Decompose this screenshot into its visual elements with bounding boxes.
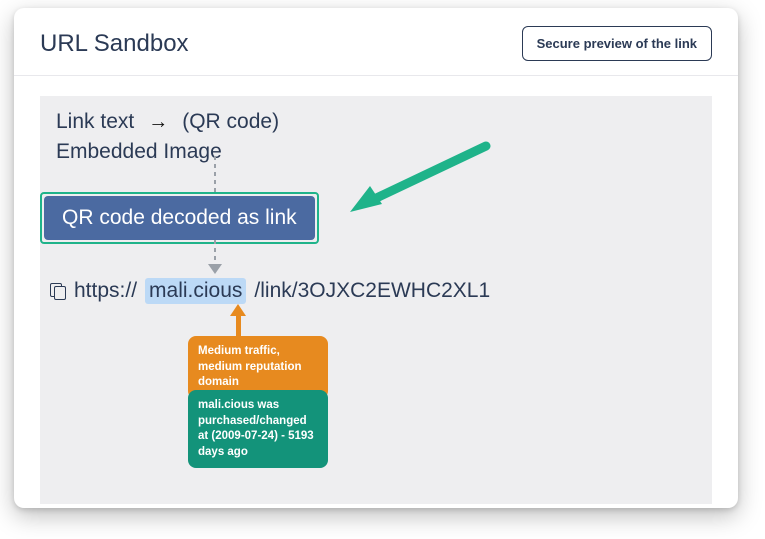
- link-text-label: Link text: [56, 110, 134, 134]
- link-text-row: Link text → (QR code): [56, 110, 696, 134]
- url-path: /link/3OJXC2EWHC2XL1: [254, 279, 490, 303]
- embedded-image-label: Embedded Image: [56, 140, 696, 164]
- annotation-arrow-stem: [236, 314, 241, 338]
- page-title: URL Sandbox: [40, 30, 189, 58]
- purchase-annotation: mali.cious was purchased/changed at (200…: [188, 390, 328, 468]
- arrow-right-icon: →: [148, 111, 168, 134]
- secure-preview-button[interactable]: Secure preview of the link: [522, 26, 712, 61]
- url-domain-highlight[interactable]: mali.cious: [145, 278, 246, 304]
- url-sandbox-card: URL Sandbox Secure preview of the link L…: [14, 8, 738, 508]
- sandbox-body: Link text → (QR code) Embedded Image QR …: [40, 96, 712, 504]
- chevron-down-icon: [208, 264, 222, 274]
- flow-connector-1: [214, 156, 216, 192]
- url-scheme: https://: [74, 279, 137, 303]
- qr-decoded-badge: QR code decoded as link: [44, 196, 315, 240]
- decoded-url-row: https:// mali.cious /link/3OJXC2EWHC2XL1: [50, 278, 490, 304]
- qr-decoded-highlight: QR code decoded as link: [40, 192, 319, 244]
- qr-code-label: (QR code): [182, 110, 279, 134]
- copy-icon[interactable]: [50, 283, 66, 299]
- header: URL Sandbox Secure preview of the link: [14, 8, 738, 76]
